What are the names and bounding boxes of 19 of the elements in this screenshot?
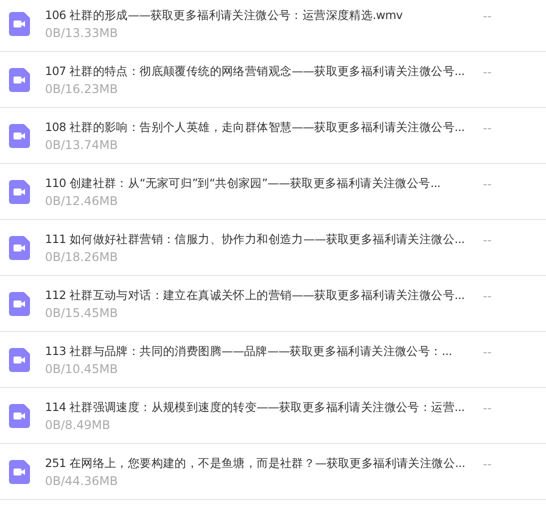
status-text: -- — [483, 177, 492, 191]
status-text: -- — [483, 401, 492, 415]
file-name: 110 创建社群：从“无家可归”到“共创家园”——获取更多福利请关注微公号... — [45, 176, 442, 190]
file-name: 112 社群互动与对话：建立在真诚关怀上的营销——获取更多福利请关注微公号... — [45, 288, 466, 302]
file-name: 251 在网络上，您要构建的，不是鱼塘，而是社群？—获取更多福利请关注微公... — [45, 456, 466, 470]
file-name: 113 社群与品牌：共同的消费图腾——品牌——获取更多福利请关注微公号：... — [45, 344, 453, 358]
status-text: -- — [483, 233, 492, 247]
status-text: -- — [483, 9, 492, 23]
status-text: -- — [483, 289, 492, 303]
file-name: 106 社群的形成——获取更多福利请关注微公号：运营深度精选.wmv — [45, 8, 404, 22]
file-name: 111 如何做好社群营销：信服力、协作力和创造力——获取更多福利请关注微公... — [45, 232, 466, 246]
file-name: 108 社群的影响：告别个人英雄，走向群体智慧——获取更多福利请关注微公号... — [45, 120, 466, 134]
status-text: -- — [483, 121, 492, 135]
download-progress: 0B/44.36MB — [45, 474, 119, 488]
status-text: -- — [483, 345, 492, 359]
file-name: 107 社群的特点：彻底颠覆传统的网络营销观念——获取更多福利请关注微公号... — [45, 64, 466, 78]
file-name: 114 社群强调速度：从规模到速度的转变——获取更多福利请关注微公号：运营... — [45, 400, 466, 414]
status-text: -- — [483, 65, 492, 79]
status-text: -- — [483, 457, 492, 471]
